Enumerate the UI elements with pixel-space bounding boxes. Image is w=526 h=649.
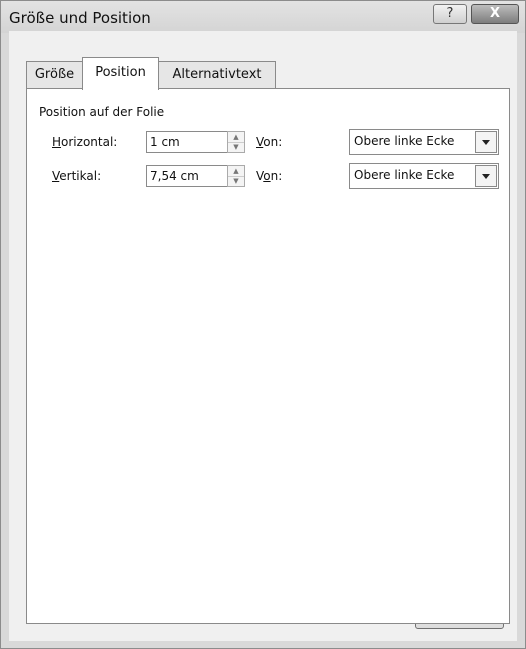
- select-value: Obere linke Ecke: [354, 134, 455, 148]
- tab-label: Position: [95, 65, 146, 80]
- title-bar: Größe und Position ? X: [1, 1, 525, 33]
- horizontal-spinner[interactable]: ▲ ▼: [227, 131, 245, 153]
- tab-label: Alternativtext: [172, 67, 262, 82]
- spin-down-icon[interactable]: ▼: [228, 142, 244, 152]
- chevron-down-icon[interactable]: [475, 131, 497, 153]
- horizontal-from-label: Von:: [256, 135, 283, 149]
- help-button[interactable]: ?: [433, 4, 467, 24]
- tab-position[interactable]: Position: [82, 57, 159, 90]
- dialog-title: Größe und Position: [9, 9, 151, 27]
- tab-label: Größe: [34, 67, 75, 82]
- dialog-body: Größe Position Alternativtext Position a…: [9, 31, 517, 641]
- tab-alternativtext[interactable]: Alternativtext: [158, 61, 276, 88]
- vertical-label: Vertikal:: [52, 169, 102, 183]
- spin-down-icon[interactable]: ▼: [228, 176, 244, 186]
- vertical-from-label: Von:: [256, 169, 283, 183]
- select-value: Obere linke Ecke: [354, 168, 455, 182]
- close-window-button[interactable]: X: [471, 4, 519, 24]
- chevron-down-icon[interactable]: [475, 165, 497, 187]
- help-icon: ?: [446, 6, 454, 21]
- vertical-spinner[interactable]: ▲ ▼: [227, 165, 245, 187]
- horizontal-label: Horizontal:: [52, 135, 118, 149]
- vertical-from-select[interactable]: Obere linke Ecke: [349, 163, 499, 189]
- horizontal-from-select[interactable]: Obere linke Ecke: [349, 129, 499, 155]
- group-label: Position auf der Folie: [39, 105, 171, 119]
- tab-groesse[interactable]: Größe: [26, 61, 83, 88]
- close-icon: X: [489, 6, 501, 21]
